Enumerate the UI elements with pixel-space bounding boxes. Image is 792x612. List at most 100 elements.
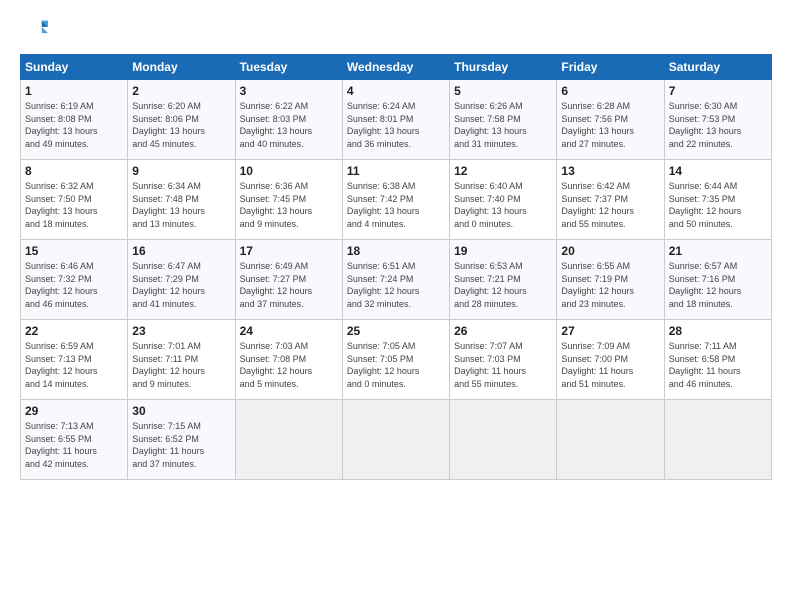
calendar-cell: 25 Sunrise: 7:05 AMSunset: 7:05 PMDayligh… [342, 320, 449, 400]
day-number: 17 [240, 244, 338, 258]
calendar-cell: 22Sunrise: 6:59 AMSunset: 7:13 PMDayligh… [21, 320, 128, 400]
day-info: Sunrise: 7:05 AMSunset: 7:05 PMDaylight:… [347, 340, 445, 390]
day-number: 13 [561, 164, 659, 178]
day-number: 11 [347, 164, 445, 178]
day-number: 29 [25, 404, 123, 418]
calendar-cell: 4Sunrise: 6:24 AMSunset: 8:01 PMDaylight… [342, 80, 449, 160]
day-info: Sunrise: 6:34 AMSunset: 7:48 PMDaylight:… [132, 180, 230, 230]
calendar-page: SundayMondayTuesdayWednesdayThursdayFrid… [0, 0, 792, 612]
day-number: 20 [561, 244, 659, 258]
calendar-cell: 24 Sunrise: 7:03 AMSunset: 7:08 PMDayligh… [235, 320, 342, 400]
calendar-cell: 27 Sunrise: 7:09 AMSunset: 7:00 PMDayligh… [557, 320, 664, 400]
logo-icon [20, 16, 48, 44]
calendar-cell: 23Sunrise: 7:01 AMSunset: 7:11 PMDayligh… [128, 320, 235, 400]
calendar-cell: 30 Sunrise: 7:15 AMSunset: 6:52 PMDayligh… [128, 400, 235, 480]
day-info: Sunrise: 6:49 AMSunset: 7:27 PMDaylight:… [240, 260, 338, 310]
day-info: Sunrise: 6:55 AMSunset: 7:19 PMDaylight:… [561, 260, 659, 310]
day-number: 28 [669, 324, 767, 338]
calendar-cell: 14 Sunrise: 6:44 AMSunset: 7:35 PMDayligh… [664, 160, 771, 240]
calendar-cell: 12 Sunrise: 6:40 AMSunset: 7:40 PMDayligh… [450, 160, 557, 240]
day-info: Sunrise: 6:47 AMSunset: 7:29 PMDaylight:… [132, 260, 230, 310]
day-number: 25 [347, 324, 445, 338]
week-row-2: 8 Sunrise: 6:32 AMSunset: 7:50 PMDaylight… [21, 160, 772, 240]
day-info: Sunrise: 7:15 AMSunset: 6:52 PMDaylight:… [132, 420, 230, 470]
day-number: 12 [454, 164, 552, 178]
day-info: Sunrise: 6:57 AMSunset: 7:16 PMDaylight:… [669, 260, 767, 310]
day-number: 1 [25, 84, 123, 98]
calendar-cell: 17 Sunrise: 6:49 AMSunset: 7:27 PMDayligh… [235, 240, 342, 320]
day-number: 19 [454, 244, 552, 258]
calendar-cell: 1 Sunrise: 6:19 AMSunset: 8:08 PMDaylight… [21, 80, 128, 160]
day-number: 2 [132, 84, 230, 98]
calendar-cell: 10 Sunrise: 6:36 AMSunset: 7:45 PMDayligh… [235, 160, 342, 240]
calendar-cell: 19Sunrise: 6:53 AMSunset: 7:21 PMDayligh… [450, 240, 557, 320]
day-number: 18 [347, 244, 445, 258]
calendar-cell: 21 Sunrise: 6:57 AMSunset: 7:16 PMDayligh… [664, 240, 771, 320]
calendar-cell: 28Sunrise: 7:11 AMSunset: 6:58 PMDayligh… [664, 320, 771, 400]
header-cell-sunday: Sunday [21, 55, 128, 80]
header-row: SundayMondayTuesdayWednesdayThursdayFrid… [21, 55, 772, 80]
day-number: 6 [561, 84, 659, 98]
week-row-3: 15Sunrise: 6:46 AMSunset: 7:32 PMDayligh… [21, 240, 772, 320]
day-number: 15 [25, 244, 123, 258]
header-cell-monday: Monday [128, 55, 235, 80]
day-number: 10 [240, 164, 338, 178]
day-number: 9 [132, 164, 230, 178]
day-info: Sunrise: 6:44 AMSunset: 7:35 PMDaylight:… [669, 180, 767, 230]
calendar-cell [557, 400, 664, 480]
day-number: 7 [669, 84, 767, 98]
day-info: Sunrise: 6:42 AMSunset: 7:37 PMDaylight:… [561, 180, 659, 230]
calendar-cell: 2 Sunrise: 6:20 AMSunset: 8:06 PMDaylight… [128, 80, 235, 160]
day-number: 8 [25, 164, 123, 178]
calendar-cell [450, 400, 557, 480]
week-row-4: 22Sunrise: 6:59 AMSunset: 7:13 PMDayligh… [21, 320, 772, 400]
calendar-cell [235, 400, 342, 480]
day-number: 22 [25, 324, 123, 338]
day-number: 24 [240, 324, 338, 338]
day-info: Sunrise: 6:51 AMSunset: 7:24 PMDaylight:… [347, 260, 445, 310]
day-info: Sunrise: 6:38 AMSunset: 7:42 PMDaylight:… [347, 180, 445, 230]
day-info: Sunrise: 6:40 AMSunset: 7:40 PMDaylight:… [454, 180, 552, 230]
week-row-1: 1 Sunrise: 6:19 AMSunset: 8:08 PMDaylight… [21, 80, 772, 160]
day-info: Sunrise: 7:03 AMSunset: 7:08 PMDaylight:… [240, 340, 338, 390]
day-number: 21 [669, 244, 767, 258]
header-cell-saturday: Saturday [664, 55, 771, 80]
day-number: 27 [561, 324, 659, 338]
day-info: Sunrise: 7:07 AMSunset: 7:03 PMDaylight:… [454, 340, 552, 390]
day-info: Sunrise: 6:36 AMSunset: 7:45 PMDaylight:… [240, 180, 338, 230]
calendar-cell: 8 Sunrise: 6:32 AMSunset: 7:50 PMDaylight… [21, 160, 128, 240]
day-info: Sunrise: 6:28 AMSunset: 7:56 PMDaylight:… [561, 100, 659, 150]
day-info: Sunrise: 6:19 AMSunset: 8:08 PMDaylight:… [25, 100, 123, 150]
calendar-cell: 13 Sunrise: 6:42 AMSunset: 7:37 PMDayligh… [557, 160, 664, 240]
day-info: Sunrise: 7:09 AMSunset: 7:00 PMDaylight:… [561, 340, 659, 390]
day-info: Sunrise: 6:32 AMSunset: 7:50 PMDaylight:… [25, 180, 123, 230]
day-info: Sunrise: 6:24 AMSunset: 8:01 PMDaylight:… [347, 100, 445, 150]
day-info: Sunrise: 6:30 AMSunset: 7:53 PMDaylight:… [669, 100, 767, 150]
calendar-cell: 7 Sunrise: 6:30 AMSunset: 7:53 PMDaylight… [664, 80, 771, 160]
day-number: 30 [132, 404, 230, 418]
calendar-cell: 5 Sunrise: 6:26 AMSunset: 7:58 PMDaylight… [450, 80, 557, 160]
calendar-cell: 9 Sunrise: 6:34 AMSunset: 7:48 PMDaylight… [128, 160, 235, 240]
calendar-cell: 29Sunrise: 7:13 AMSunset: 6:55 PMDayligh… [21, 400, 128, 480]
day-number: 26 [454, 324, 552, 338]
day-number: 5 [454, 84, 552, 98]
day-number: 3 [240, 84, 338, 98]
calendar-cell: 18 Sunrise: 6:51 AMSunset: 7:24 PMDayligh… [342, 240, 449, 320]
calendar-cell [342, 400, 449, 480]
header-cell-thursday: Thursday [450, 55, 557, 80]
day-info: Sunrise: 7:01 AMSunset: 7:11 PMDaylight:… [132, 340, 230, 390]
header-cell-friday: Friday [557, 55, 664, 80]
day-number: 16 [132, 244, 230, 258]
header [20, 16, 772, 44]
calendar-cell [664, 400, 771, 480]
day-info: Sunrise: 6:26 AMSunset: 7:58 PMDaylight:… [454, 100, 552, 150]
header-cell-tuesday: Tuesday [235, 55, 342, 80]
calendar-cell: 11 Sunrise: 6:38 AMSunset: 7:42 PMDayligh… [342, 160, 449, 240]
day-number: 14 [669, 164, 767, 178]
day-info: Sunrise: 6:20 AMSunset: 8:06 PMDaylight:… [132, 100, 230, 150]
logo [20, 16, 52, 44]
week-row-5: 29Sunrise: 7:13 AMSunset: 6:55 PMDayligh… [21, 400, 772, 480]
header-cell-wednesday: Wednesday [342, 55, 449, 80]
calendar-cell: 15Sunrise: 6:46 AMSunset: 7:32 PMDayligh… [21, 240, 128, 320]
calendar-cell: 16 Sunrise: 6:47 AMSunset: 7:29 PMDayligh… [128, 240, 235, 320]
